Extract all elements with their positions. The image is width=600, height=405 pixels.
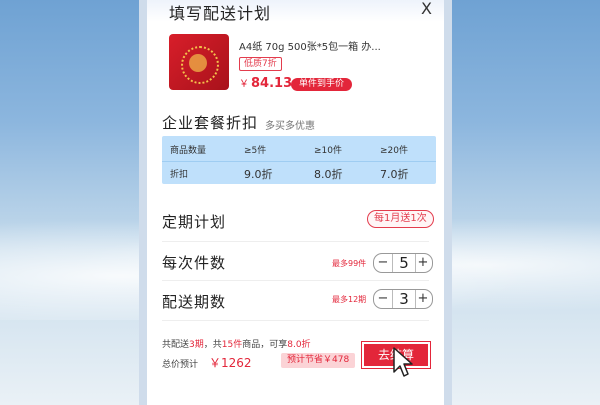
- divider: [162, 280, 429, 281]
- table-cell: 9.0折: [244, 168, 273, 181]
- summary-periods: 3期: [189, 340, 204, 350]
- table-header-cell: 商品数量: [170, 146, 207, 156]
- enterprise-discount-title: 企业套餐折扣: [162, 114, 259, 132]
- summary-items: 15件: [221, 340, 243, 350]
- product-image-emblem: [189, 54, 207, 72]
- product-image: [169, 34, 229, 90]
- per-delivery-title: 每次件数: [162, 254, 227, 272]
- delivery-plan-dialog: 填写配送计划 X A4纸 70g 500张*5包一箱 办... 低质7折 ￥ 84…: [139, 0, 452, 405]
- table-header-cell: ≥20件: [380, 146, 408, 156]
- increase-button[interactable]: +: [415, 290, 431, 308]
- mouse-pointer-icon: [393, 347, 413, 377]
- periods-title: 配送期数: [162, 293, 227, 311]
- schedule-title: 定期计划: [162, 213, 227, 231]
- dialog-header: 填写配送计划 X: [147, 0, 444, 23]
- unit-price-badge: 单件到手价: [291, 78, 353, 91]
- enterprise-discount-subtitle: 多买多优惠: [265, 121, 315, 132]
- quantity-value[interactable]: 5: [392, 254, 416, 272]
- product-name: A4纸 70g 500张*5包一箱 办...: [239, 42, 381, 53]
- quantity-stepper: − 5 +: [373, 253, 433, 273]
- per-delivery-max-note: 最多99件: [332, 259, 367, 268]
- decrease-button[interactable]: −: [375, 254, 391, 272]
- price-value: 84.13: [251, 76, 293, 91]
- summary-text: 共配送: [162, 340, 190, 350]
- currency-symbol: ￥: [239, 79, 249, 90]
- product-card: A4纸 70g 500张*5包一箱 办... 低质7折 ￥ 84.13 单件到手价: [155, 30, 436, 100]
- table-header-cell: ≥5件: [244, 146, 267, 156]
- table-cell: 7.0折: [380, 168, 409, 181]
- table-header-cell: ≥10件: [314, 146, 342, 156]
- savings-badge: 预计节省￥478: [281, 353, 356, 368]
- periods-value[interactable]: 3: [392, 290, 416, 308]
- decrease-button[interactable]: −: [375, 290, 391, 308]
- summary-discount: 8.0折: [287, 340, 311, 350]
- divider: [162, 241, 429, 242]
- dialog-title: 填写配送计划: [169, 4, 272, 23]
- total-price: ￥1262: [209, 356, 252, 370]
- divider: [162, 320, 429, 321]
- table-header-row: 商品数量 ≥5件 ≥10件 ≥20件: [162, 138, 436, 160]
- increase-button[interactable]: +: [415, 254, 431, 272]
- discount-tag: 低质7折: [239, 57, 282, 71]
- delivery-frequency-badge[interactable]: 每1月送1次: [367, 210, 434, 228]
- summary-text: ，共: [203, 340, 222, 350]
- close-icon[interactable]: X: [421, 0, 432, 18]
- periods-max-note: 最多12期: [332, 295, 367, 304]
- summary-text: 商品，可享: [242, 340, 288, 350]
- table-row: 折扣 9.0折 8.0折 7.0折: [162, 161, 436, 184]
- total-label: 总价预计: [162, 360, 199, 370]
- order-summary: 共配送3期，共15件商品，可享8.0折: [162, 337, 311, 350]
- table-cell: 折扣: [170, 170, 189, 180]
- table-cell: 8.0折: [314, 168, 343, 181]
- periods-stepper: − 3 +: [373, 289, 433, 309]
- discount-table: 商品数量 ≥5件 ≥10件 ≥20件 折扣 9.0折 8.0折 7.0折: [162, 136, 436, 184]
- product-price: ￥ 84.13: [239, 75, 292, 91]
